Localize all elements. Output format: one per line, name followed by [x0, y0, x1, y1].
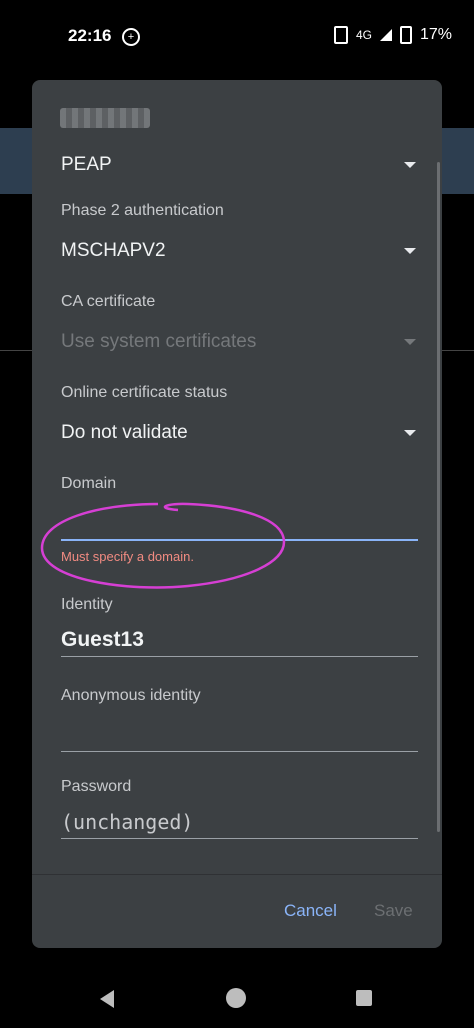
phase2-field: Phase 2 authentication MSCHAPV2 — [61, 202, 418, 266]
ca-cert-select: Use system certificates — [61, 327, 418, 357]
save-button[interactable]: Save — [368, 900, 419, 922]
identity-field: Identity — [61, 596, 418, 657]
signal-icon — [379, 29, 392, 41]
cert-status-label: Online certificate status — [61, 384, 228, 401]
domain-input[interactable] — [61, 507, 418, 541]
battery-icon — [399, 26, 412, 44]
ca-cert-field: CA certificate Use system certificates — [61, 293, 418, 357]
password-field: Password — [61, 778, 418, 839]
vibrate-icon — [333, 26, 348, 44]
domain-field: Domain Must specify a domain. — [61, 475, 418, 564]
phase2-select[interactable]: MSCHAPV2 — [61, 236, 418, 266]
wifi-config-dialog: PEAP Phase 2 authentication MSCHAPV2 CA … — [32, 80, 442, 948]
status-icons: 4G 17% — [333, 26, 452, 44]
password-label: Password — [61, 778, 132, 795]
phase2-label: Phase 2 authentication — [61, 202, 224, 219]
scrollbar[interactable] — [437, 162, 440, 832]
domain-label: Domain — [61, 475, 117, 492]
cert-status-field: Online certificate status Do not validat… — [61, 384, 418, 448]
dropdown-arrow-icon — [404, 430, 416, 436]
battery-percent: 17% — [419, 26, 452, 43]
identity-label: Identity — [61, 596, 113, 613]
footer-divider — [32, 874, 442, 875]
network-type: 4G — [355, 28, 372, 42]
ca-cert-value: Use system certificates — [61, 331, 257, 352]
password-input[interactable] — [61, 806, 418, 839]
dropdown-arrow-icon — [404, 248, 416, 254]
cert-status-select[interactable]: Do not validate — [61, 418, 418, 448]
cancel-button[interactable]: Cancel — [278, 900, 343, 922]
dropdown-arrow-icon — [404, 162, 416, 168]
eap-method-value: PEAP — [61, 154, 112, 175]
status-bar: 22:16 + 4G 17% — [0, 0, 474, 72]
sync-icon: + — [122, 28, 140, 46]
anon-identity-label: Anonymous identity — [61, 687, 201, 704]
anon-identity-field: Anonymous identity — [61, 687, 418, 752]
domain-error: Must specify a domain. — [61, 549, 194, 564]
ca-cert-label: CA certificate — [61, 293, 156, 310]
back-icon[interactable] — [100, 990, 114, 1008]
dropdown-arrow-icon — [404, 339, 416, 345]
identity-input[interactable] — [61, 624, 418, 657]
status-time: 22:16 — [68, 26, 112, 45]
network-name-redacted — [60, 108, 150, 128]
eap-method-field[interactable]: PEAP — [61, 150, 418, 180]
cert-status-value: Do not validate — [61, 422, 188, 443]
recents-icon[interactable] — [356, 990, 372, 1006]
home-icon[interactable] — [226, 988, 246, 1008]
anon-identity-input[interactable] — [61, 719, 418, 752]
phase2-value: MSCHAPV2 — [61, 240, 166, 261]
eap-method-select[interactable]: PEAP — [61, 150, 418, 180]
